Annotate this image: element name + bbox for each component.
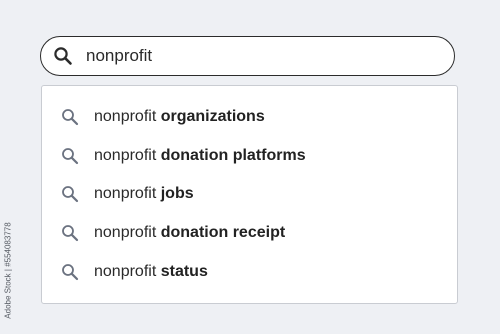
side-credit: Adobe Stock | #554083778 [3,210,13,330]
search-icon [60,146,80,166]
suggestion-prefix: nonprofit [94,108,157,125]
suggestion-completion: donation platforms [160,147,306,164]
suggestion-completion: status [160,263,208,280]
search-icon [60,184,80,204]
search-bar[interactable]: nonprofit [40,36,455,76]
suggestion-prefix: nonprofit [94,263,157,280]
page: nonprofit nonprofit organizations nonpro… [0,0,500,334]
suggestion-completion: organizations [160,108,265,125]
suggestion-prefix: nonprofit [94,147,157,164]
side-credit-text: Adobe Stock | #554083778 [3,221,13,319]
suggestion-label: nonprofit donation platforms [94,147,306,165]
suggestion-label: nonprofit donation receipt [94,224,285,242]
search-icon [60,107,80,127]
suggestion-label: nonprofit organizations [94,108,265,126]
search-icon [60,223,80,243]
suggestion-completion: jobs [160,185,194,202]
suggestion-prefix: nonprofit [94,185,157,202]
suggestion-item[interactable]: nonprofit donation receipt [42,218,457,248]
suggestion-item[interactable]: nonprofit jobs [42,179,457,209]
search-input[interactable]: nonprofit [86,46,152,66]
suggestion-label: nonprofit status [94,263,208,281]
suggestion-prefix: nonprofit [94,224,157,241]
suggestion-completion: donation receipt [160,224,286,241]
suggestion-item[interactable]: nonprofit status [42,257,457,287]
search-icon[interactable] [52,45,74,67]
suggestion-item[interactable]: nonprofit organizations [42,102,457,132]
suggestion-label: nonprofit jobs [94,185,194,203]
suggestions-dropdown: nonprofit organizations nonprofit donati… [41,85,458,304]
suggestion-item[interactable]: nonprofit donation platforms [42,141,457,171]
search-icon [60,262,80,282]
